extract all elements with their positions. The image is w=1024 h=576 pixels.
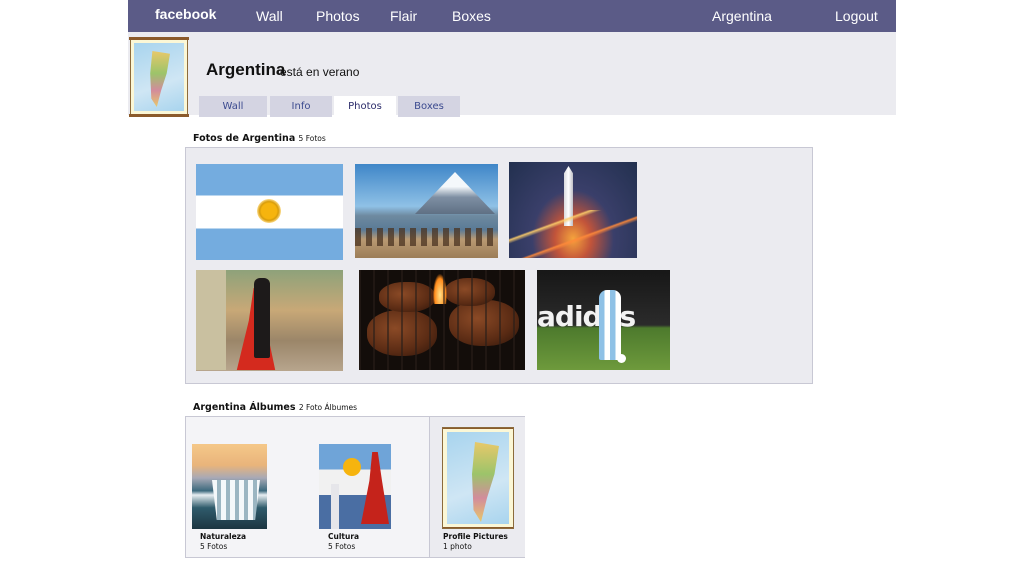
nav-wall-link[interactable]: Wall — [256, 8, 283, 24]
light-trails — [509, 210, 637, 258]
top-navigation-bar: facebook Wall Photos Flair Boxes Argenti… — [128, 0, 896, 32]
soccer-player — [599, 290, 621, 360]
building-wall — [196, 270, 226, 370]
photos-title[interactable]: Fotos de Argentina — [193, 133, 295, 144]
tab-photos[interactable]: Photos — [334, 96, 396, 117]
album-cultura-label: Cultura 5 Fotos — [328, 532, 359, 552]
album-title[interactable]: Naturaleza — [200, 532, 246, 542]
sun-of-may-icon — [257, 199, 281, 223]
map-rod-top — [443, 428, 513, 429]
map-rod-bottom — [129, 114, 189, 117]
album-count: 5 Fotos — [328, 542, 356, 551]
album-count: 5 Fotos — [200, 542, 228, 551]
horse-herd — [355, 228, 498, 246]
grill-bars — [359, 270, 525, 370]
nav-boxes-link[interactable]: Boxes — [452, 8, 491, 24]
map-land-shape — [472, 442, 499, 522]
photo-soccer-player[interactable]: adidas — [537, 270, 670, 370]
photo-asado-grill[interactable] — [359, 270, 525, 370]
profile-status: está en verano — [280, 65, 360, 79]
tab-info[interactable]: Info — [270, 96, 332, 117]
nav-profile-link[interactable]: Argentina — [712, 8, 772, 24]
map-rod-top — [129, 37, 189, 40]
album-profile-pictures-label: Profile Pictures 1 photo — [443, 532, 508, 552]
album-cover-naturaleza[interactable] — [192, 444, 267, 529]
tango-dancer — [361, 452, 389, 524]
argentina-map-icon — [447, 432, 509, 524]
album-title[interactable]: Cultura — [328, 532, 359, 542]
photos-count: 5 Fotos — [298, 134, 326, 143]
photo-argentina-flag[interactable] — [196, 164, 343, 260]
dancer-man — [254, 278, 270, 358]
album-count: 1 photo — [443, 542, 472, 551]
profile-avatar[interactable] — [129, 37, 189, 117]
profile-name[interactable]: Argentina — [206, 60, 285, 80]
sun-of-may-icon — [343, 458, 361, 476]
soccer-ball-icon — [617, 354, 626, 363]
obelisk — [331, 484, 339, 529]
tab-boxes[interactable]: Boxes — [398, 96, 460, 117]
album-naturaleza-label: Naturaleza 5 Fotos — [200, 532, 246, 552]
album-cover-profile-pictures[interactable] — [442, 427, 514, 529]
tab-wall[interactable]: Wall — [199, 96, 267, 117]
album-cover-cultura[interactable] — [319, 444, 391, 529]
waterfall — [212, 480, 260, 520]
albums-section-title: Argentina Álbumes 2 Foto Álbumes — [193, 402, 357, 413]
photo-buenos-aires-obelisk[interactable] — [509, 162, 637, 258]
map-rod-bottom — [443, 527, 513, 528]
albums-grid: Naturaleza 5 Fotos Cultura 5 Fotos Profi… — [185, 416, 525, 558]
nav-photos-link[interactable]: Photos — [316, 8, 360, 24]
map-land-shape — [150, 51, 170, 107]
facebook-logo[interactable]: facebook — [155, 6, 216, 22]
albums-count: 2 Foto Álbumes — [298, 403, 358, 412]
album-title[interactable]: Profile Pictures — [443, 532, 508, 542]
argentina-map-icon — [134, 43, 184, 111]
photos-grid: adidas — [185, 147, 813, 384]
photo-andes-gauchos[interactable] — [355, 164, 498, 258]
albums-title[interactable]: Argentina Álbumes — [193, 402, 296, 413]
photo-tango-dancers[interactable] — [196, 270, 343, 371]
nav-flair-link[interactable]: Flair — [390, 8, 417, 24]
logout-link[interactable]: Logout — [835, 8, 878, 24]
snowy-peak — [415, 172, 495, 214]
photos-section-title: Fotos de Argentina 5 Fotos — [193, 133, 326, 144]
